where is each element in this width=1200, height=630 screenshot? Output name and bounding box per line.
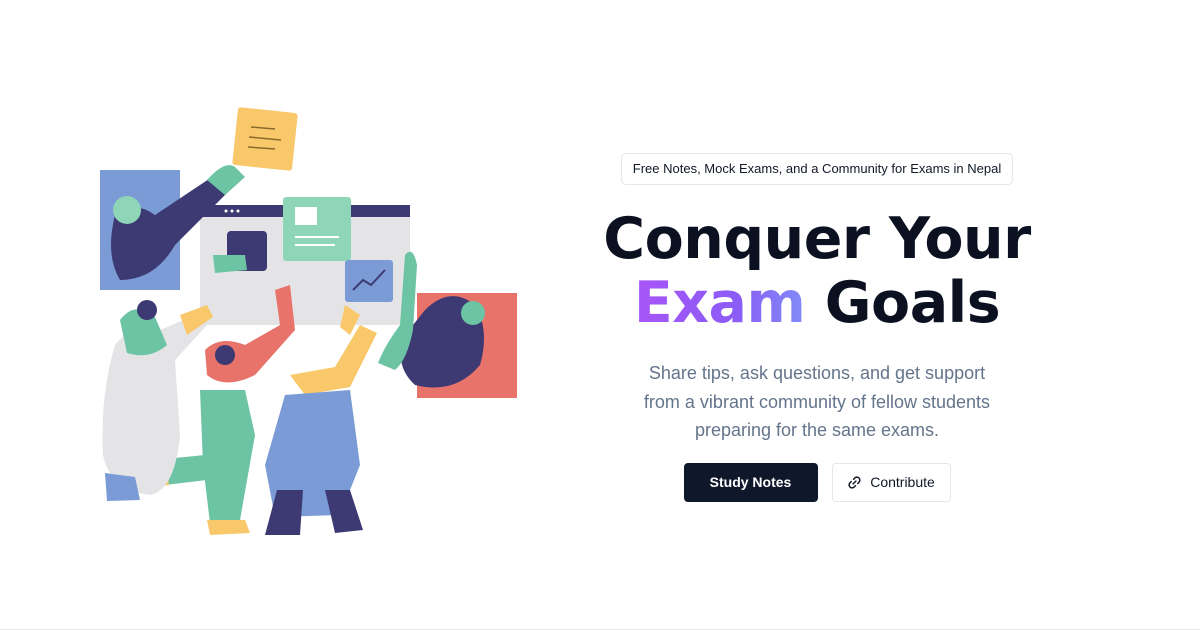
tagline-badge: Free Notes, Mock Exams, and a Community … — [620, 153, 1014, 185]
hero-section: Free Notes, Mock Exams, and a Community … — [577, 153, 1057, 502]
landing-page: Free Notes, Mock Exams, and a Community … — [0, 0, 1200, 630]
headline-line-1: Conquer Your — [603, 206, 1031, 272]
contribute-label: Contribute — [870, 474, 935, 490]
contribute-button[interactable]: Contribute — [831, 462, 951, 502]
hero-headline: Conquer Your Exam Goals — [577, 207, 1057, 335]
hero-subtitle: Share tips, ask questions, and get suppo… — [643, 363, 991, 440]
study-notes-button[interactable]: Study Notes — [683, 462, 818, 502]
people-collaborating-illustration — [95, 105, 525, 545]
study-notes-label: Study Notes — [709, 474, 792, 490]
headline-rest-word: Goals — [824, 270, 1001, 336]
headline-accent-word: Exam — [633, 270, 806, 336]
hero-actions: Study Notes Contribute — [577, 462, 1057, 502]
illustration-svg — [100, 107, 517, 535]
chart-card-shape — [345, 260, 393, 302]
link-icon — [848, 475, 861, 489]
green-document-shape — [283, 197, 351, 261]
